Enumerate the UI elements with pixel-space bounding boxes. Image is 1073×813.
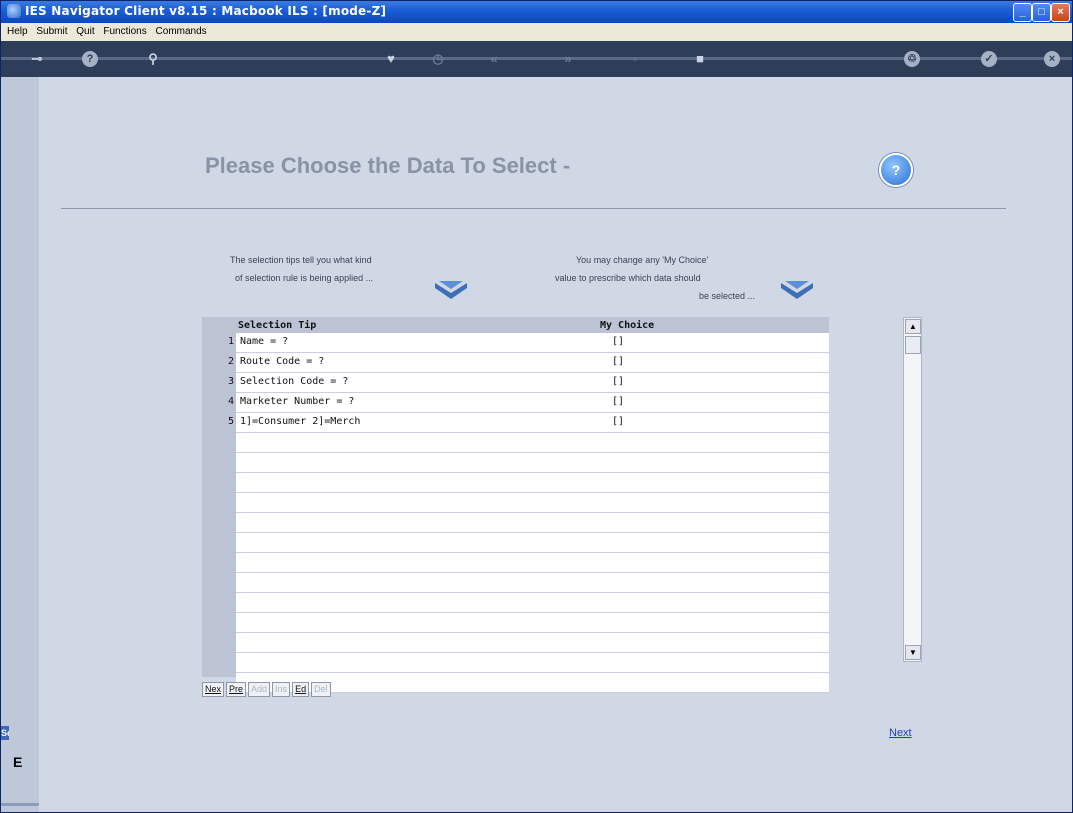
grid-rows: 1 Name = ? [] 2 Route Code = ? [] 3 Sele…	[228, 333, 829, 693]
window-title: IES Navigator Client v8.15 : Macbook ILS…	[25, 4, 387, 18]
menu-quit[interactable]: Quit	[76, 23, 94, 41]
table-row[interactable]: 2 Route Code = ? []	[228, 353, 829, 373]
row-number: 1	[227, 336, 234, 347]
menu-submit[interactable]: Submit	[36, 23, 67, 41]
close-icon[interactable]: ×	[1044, 51, 1060, 67]
menu-help[interactable]: Help	[7, 23, 28, 41]
empty-row[interactable]	[236, 613, 829, 633]
empty-row[interactable]	[236, 533, 829, 553]
title-bar: IES Navigator Client v8.15 : Macbook ILS…	[1, 1, 1072, 23]
close-window-button[interactable]: ×	[1051, 3, 1070, 22]
rewind-icon[interactable]: «	[484, 49, 504, 69]
title-divider	[61, 208, 1006, 209]
row-number: 4	[227, 396, 234, 407]
del-button[interactable]: Del	[311, 682, 331, 697]
col-header-tip: Selection Tip	[238, 320, 317, 331]
next-link[interactable]: Next	[889, 727, 912, 739]
tip-right-1: You may change any 'My Choice'	[576, 255, 709, 265]
pre-button[interactable]: Pre	[226, 682, 247, 697]
grid-nav-buttons: Nex Pre Add Ins Ed Del	[202, 682, 333, 697]
row-tip: Selection Code = ?	[240, 376, 349, 387]
row-choice[interactable]: []	[612, 373, 624, 391]
arrow-down-icon	[781, 281, 813, 299]
row-choice[interactable]: []	[612, 333, 624, 351]
scroll-thumb[interactable]	[905, 336, 921, 354]
app-icon	[7, 4, 21, 18]
key-icon[interactable]: ⊸	[27, 49, 47, 69]
main-content: Please Choose the Data To Select - ? The…	[39, 77, 1072, 812]
empty-row[interactable]	[236, 493, 829, 513]
maximize-button[interactable]: □	[1032, 3, 1051, 22]
scroll-down-icon[interactable]: ▼	[905, 645, 921, 660]
row-number: 2	[227, 356, 234, 367]
check-icon[interactable]: ✓	[981, 51, 997, 67]
tip-right-3: be selected ...	[699, 291, 756, 301]
row-choice[interactable]: []	[612, 353, 624, 371]
page-title: Please Choose the Data To Select -	[205, 153, 571, 178]
empty-row[interactable]	[236, 453, 829, 473]
heart-icon[interactable]: ♥	[381, 49, 401, 69]
grid-header: Selection Tip My Choice	[202, 317, 829, 333]
help-icon[interactable]: ?	[82, 51, 98, 67]
row-tip: Name = ?	[240, 336, 289, 347]
nex-button[interactable]: Nex	[202, 682, 225, 697]
square-icon[interactable]: ■	[690, 49, 710, 69]
row-tip: Route Code = ?	[240, 356, 325, 367]
side-tab[interactable]: Se	[1, 726, 9, 740]
app-window: IES Navigator Client v8.15 : Macbook ILS…	[0, 0, 1073, 813]
empty-row[interactable]	[236, 593, 829, 613]
toolbar: ⊸ ? ⚲ ♥ ◷ « » ▫ ■ ♲ ✓ ×	[1, 41, 1072, 77]
empty-row[interactable]	[236, 433, 829, 453]
empty-row[interactable]	[236, 473, 829, 493]
row-number: 5	[227, 416, 234, 427]
grid-scrollbar[interactable]: ▲ ▼	[903, 317, 922, 662]
table-row[interactable]: 4 Marketer Number = ? []	[228, 393, 829, 413]
menu-functions[interactable]: Functions	[103, 23, 146, 41]
status-line	[1, 803, 39, 806]
menu-commands[interactable]: Commands	[156, 23, 207, 41]
tip-right-2: value to prescribe which data should	[555, 273, 701, 283]
clock-icon[interactable]: ◷	[428, 49, 448, 69]
minimize-button[interactable]: _	[1013, 3, 1032, 22]
ins-button[interactable]: Ins	[272, 682, 291, 697]
table-row[interactable]: 3 Selection Code = ? []	[228, 373, 829, 393]
table-row[interactable]: 1 Name = ? []	[228, 333, 829, 353]
tip-left-1: The selection tips tell you what kind	[230, 255, 372, 265]
empty-row[interactable]	[236, 633, 829, 653]
row-tip: 1]=Consumer 2]=Merch	[240, 416, 361, 427]
add-button[interactable]: Add	[248, 682, 271, 697]
help-button[interactable]: ?	[879, 153, 913, 187]
row-choice[interactable]: []	[612, 393, 624, 411]
menu-bar: Help Submit Quit Functions Commands	[1, 23, 1072, 41]
tip-left-2: of selection rule is being applied ...	[235, 273, 374, 283]
ed-button[interactable]: Ed	[292, 682, 310, 697]
table-row[interactable]: 5 1]=Consumer 2]=Merch []	[228, 413, 829, 433]
row-choice[interactable]: []	[612, 413, 624, 431]
forward-icon[interactable]: »	[558, 49, 578, 69]
search-icon[interactable]: ⚲	[143, 49, 163, 69]
side-icon[interactable]: E	[13, 754, 22, 770]
empty-row[interactable]	[236, 553, 829, 573]
stop-icon[interactable]: ▫	[625, 49, 645, 69]
empty-row[interactable]	[236, 573, 829, 593]
scroll-up-icon[interactable]: ▲	[905, 319, 921, 334]
left-strip: Se E	[1, 77, 39, 812]
empty-row[interactable]	[236, 653, 829, 673]
col-header-choice: My Choice	[600, 320, 655, 331]
selection-grid: Selection Tip My Choice 1 Name = ? [] 2 …	[202, 317, 829, 693]
arrow-down-icon	[435, 281, 467, 299]
recycle-icon[interactable]: ♲	[904, 51, 920, 67]
empty-row[interactable]	[236, 513, 829, 533]
row-tip: Marketer Number = ?	[240, 396, 355, 407]
row-number: 3	[227, 376, 234, 387]
